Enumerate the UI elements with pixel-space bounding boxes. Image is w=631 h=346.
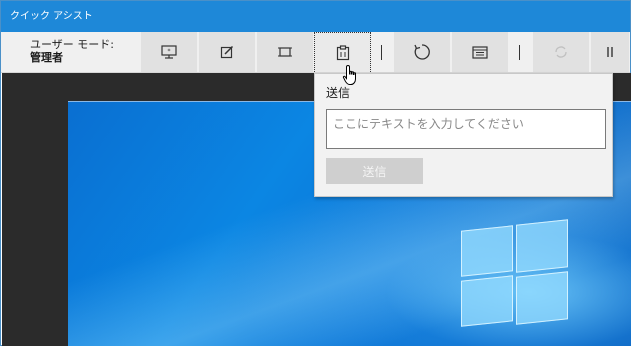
windows-logo <box>461 219 571 334</box>
annotate-button[interactable] <box>199 32 256 72</box>
send-text-input[interactable]: ここにテキストを入力してください <box>326 109 606 149</box>
actual-size-icon <box>278 47 292 57</box>
actual-size-button[interactable] <box>257 32 314 72</box>
select-monitor-icon: * <box>161 45 177 59</box>
logo-pane <box>516 219 568 273</box>
user-mode-label: ユーザー モード: <box>30 38 114 51</box>
quick-assist-window: クイック アシスト ユーザー モード: 管理者 * 送信 ここにテキストを入力し… <box>0 0 631 346</box>
logo-pane <box>516 271 568 325</box>
user-mode-value: 管理者 <box>30 51 63 64</box>
send-button[interactable]: 送信 <box>326 158 423 184</box>
clipboard-send-icon <box>336 44 349 60</box>
user-mode-info: ユーザー モード: 管理者 <box>30 38 114 64</box>
pause-icon <box>607 47 613 57</box>
select-monitor-button[interactable]: * <box>141 32 198 72</box>
send-text-popup: 送信 ここにテキストを入力してください 送信 <box>314 73 613 197</box>
toolbar-separator <box>381 45 382 60</box>
window-title: クイック アシスト <box>10 11 93 22</box>
title-bar: クイック アシスト <box>1 1 630 32</box>
logo-pane <box>461 275 513 327</box>
restart-button[interactable] <box>394 32 451 72</box>
toolbar-separator <box>519 45 520 60</box>
pause-button[interactable] <box>591 32 630 72</box>
annotate-icon <box>220 45 234 59</box>
task-manager-icon <box>472 45 488 59</box>
restart-icon <box>414 44 430 60</box>
popup-title: 送信 <box>326 86 351 100</box>
toolbar: ユーザー モード: 管理者 * <box>1 32 630 73</box>
task-manager-button[interactable] <box>452 32 509 72</box>
svg-text:*: * <box>168 48 171 55</box>
hand-cursor-icon <box>342 64 356 85</box>
reconnect-icon <box>555 46 567 58</box>
reconnect-button[interactable] <box>533 32 590 72</box>
logo-pane <box>461 225 513 277</box>
